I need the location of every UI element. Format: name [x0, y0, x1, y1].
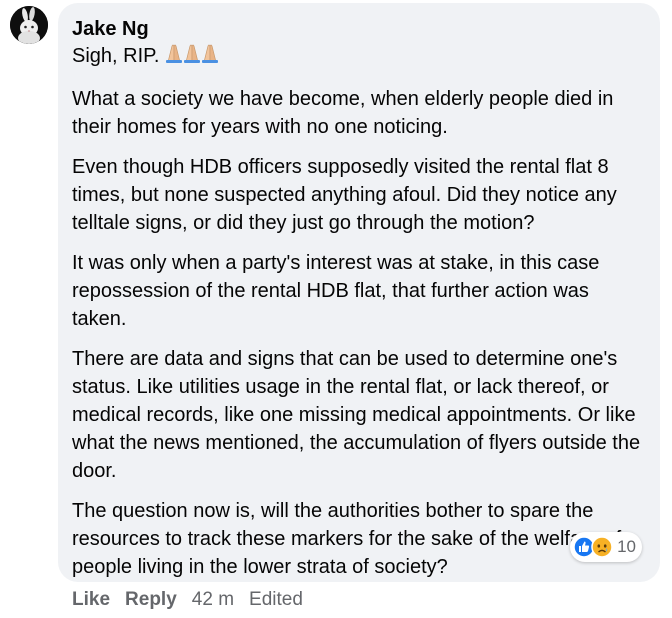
comment-author[interactable]: Jake Ng	[72, 16, 646, 42]
comment-bubble: Jake Ng Sigh, RIP. What a society we hav…	[58, 3, 660, 582]
avatar[interactable]	[10, 6, 48, 44]
rabbit-avatar-image	[10, 6, 48, 44]
reaction-summary[interactable]: 10	[570, 532, 642, 562]
comment-paragraph: There are data and signs that can be use…	[72, 348, 641, 482]
comment-timestamp[interactable]: 42 m	[192, 588, 234, 612]
comment-paragraph: The question now is, will the authoritie…	[72, 500, 622, 578]
comment-paragraph: It was only when a party's interest was …	[72, 252, 600, 330]
sad-icon	[591, 536, 613, 558]
like-button[interactable]: Like	[72, 588, 110, 612]
comment-paragraph: Even though HDB officers supposedly visi…	[72, 156, 617, 234]
reaction-count: 10	[617, 537, 636, 556]
folded-hands-emoji-icon	[163, 42, 219, 71]
reply-button[interactable]: Reply	[125, 588, 177, 612]
comment-paragraph: What a society we have become, when elde…	[72, 88, 614, 138]
comment-actions: Like Reply 42 m Edited	[72, 588, 303, 612]
comment-first-line: Sigh, RIP.	[72, 42, 646, 71]
comment-first-line-text: Sigh, RIP.	[72, 45, 160, 67]
edited-label[interactable]: Edited	[249, 588, 303, 612]
